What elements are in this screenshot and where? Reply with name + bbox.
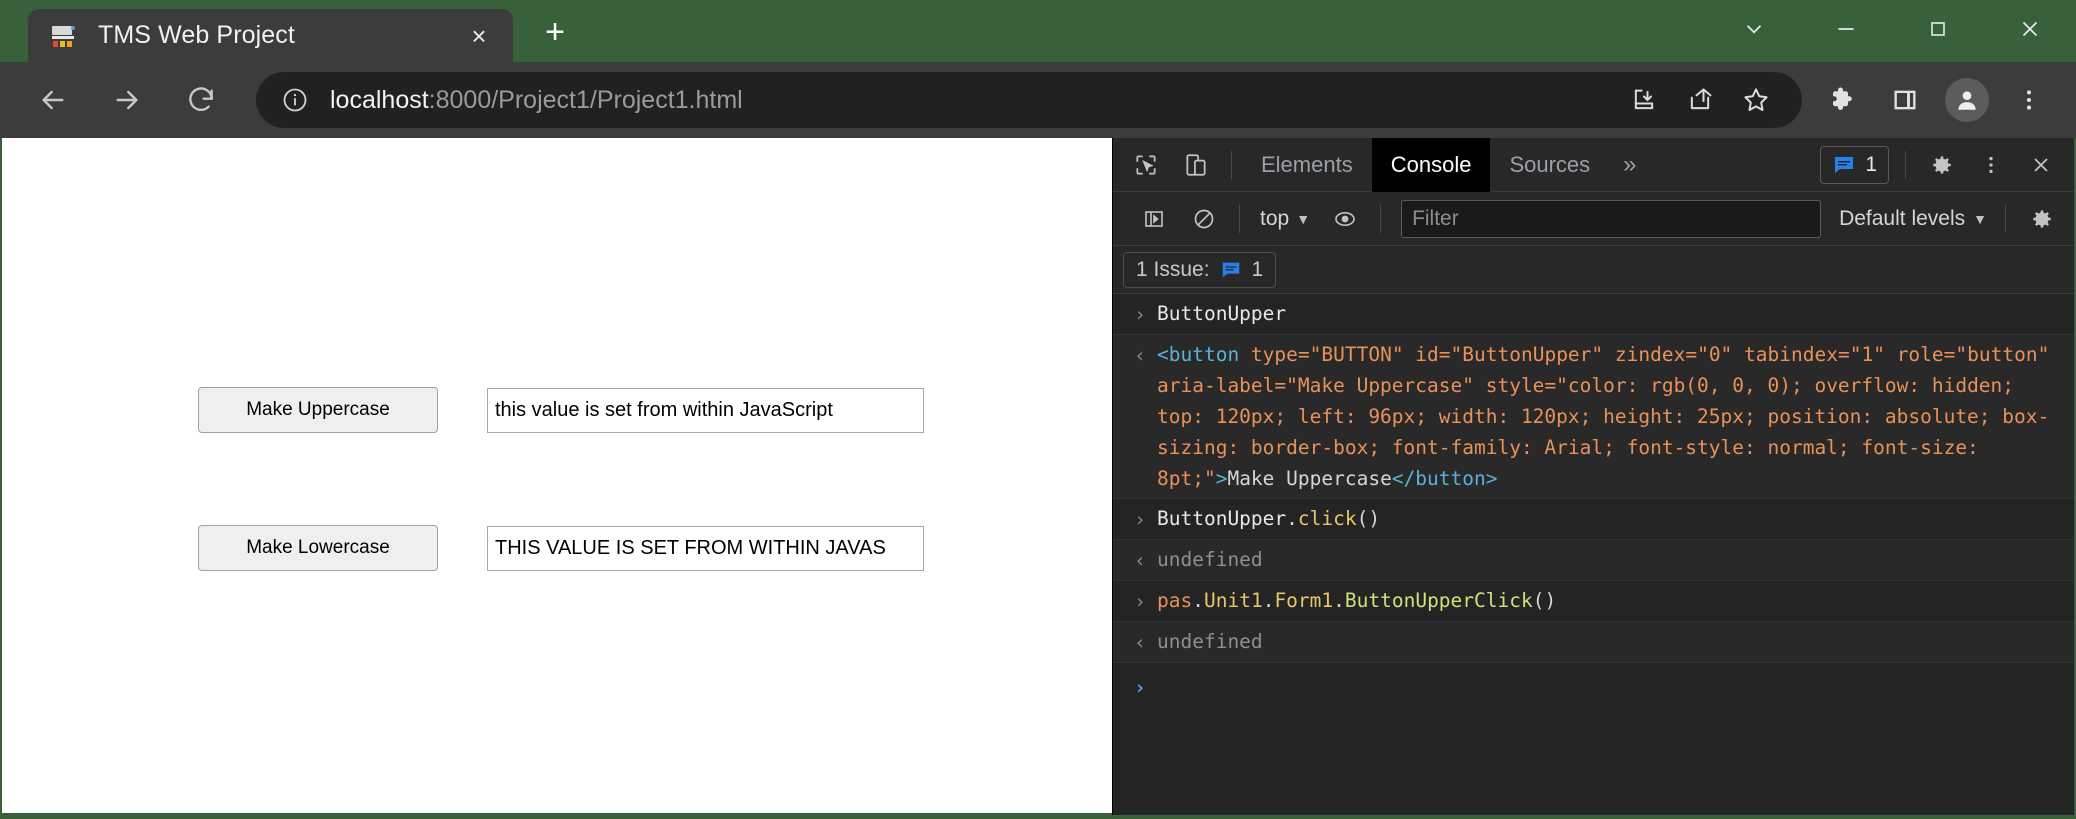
console-prompt-icon: ›: [1134, 676, 1146, 699]
browser-window: TMS Web Project × + localhost:8000/Proje…: [0, 0, 2076, 819]
console-return-icon: ‹: [1134, 549, 1146, 572]
maximize-icon[interactable]: [1892, 0, 1984, 58]
console-prompt-icon: ›: [1134, 303, 1146, 326]
omnibox-actions: [1616, 72, 1784, 128]
console-row-text: ButtonUpper.click(): [1157, 507, 1381, 530]
issue-chip-count: 1: [1251, 257, 1264, 281]
console-output-row[interactable]: ‹ undefined: [1113, 540, 2074, 581]
console-input-row[interactable]: › ButtonUpper: [1113, 294, 2074, 335]
log-levels-dropdown[interactable]: Default levels ▼: [1831, 207, 1995, 231]
uppercase-input[interactable]: this value is set from within JavaScript: [487, 388, 924, 433]
issue-message-icon: [1835, 156, 1854, 173]
issue-message-icon: [1222, 262, 1239, 277]
execution-context-label: top: [1260, 206, 1290, 230]
devtools-panel: Elements Console Sources » 1 top ▼ Filte…: [1112, 137, 2074, 815]
toolbar-actions: [1812, 69, 2076, 131]
tab-console[interactable]: Console: [1371, 137, 1491, 192]
install-icon[interactable]: [1616, 72, 1672, 128]
side-panel-icon[interactable]: [1874, 69, 1936, 131]
console-return-icon: ‹: [1134, 344, 1146, 367]
url-path: :8000/Project1/Project1.html: [428, 85, 743, 114]
console-row-text: pas.Unit1.Form1.ButtonUpperClick(): [1157, 589, 1557, 612]
console-settings-gear-icon[interactable]: [2016, 197, 2066, 241]
chevron-down-icon: ▼: [1973, 210, 1987, 227]
site-info-icon[interactable]: [278, 83, 312, 117]
devtools-resize-handle[interactable]: [1113, 138, 1116, 815]
console-filter-bar: top ▼ Filter Default levels ▼: [1113, 192, 2074, 246]
devtools-tabbar-right: 1: [1820, 143, 2074, 187]
console-row-text: undefined: [1157, 548, 1263, 571]
console-input-row[interactable]: › pas.Unit1.Form1.ButtonUpperClick(): [1113, 581, 2074, 622]
tab-elements[interactable]: Elements: [1242, 138, 1372, 192]
clear-console-icon[interactable]: [1179, 197, 1229, 241]
issue-chip-text: 1 Issue:: [1136, 257, 1210, 281]
browser-tab[interactable]: TMS Web Project ×: [28, 9, 513, 62]
console-input-row[interactable]: › ButtonUpper.click(): [1113, 499, 2074, 540]
url-host: localhost: [330, 85, 429, 114]
profile-avatar[interactable]: [1936, 69, 1998, 131]
divider: [1905, 150, 1906, 179]
console-prompt-icon: ›: [1134, 508, 1146, 531]
extensions-puzzle-icon[interactable]: [1812, 69, 1874, 131]
back-icon[interactable]: [22, 69, 84, 131]
more-tabs-icon[interactable]: »: [1609, 138, 1650, 192]
issues-summary-bar[interactable]: 1 Issue: 1: [1113, 246, 2074, 294]
divider: [2005, 204, 2006, 233]
issue-chip[interactable]: 1 Issue: 1: [1123, 251, 1277, 288]
three-dot-menu-icon[interactable]: [1998, 69, 2060, 131]
make-uppercase-button[interactable]: Make Uppercase: [198, 387, 438, 433]
browser-toolbar: localhost:8000/Project1/Project1.html: [0, 62, 2076, 138]
page-viewport: Make Uppercase this value is set from wi…: [2, 138, 1112, 813]
url-text: localhost:8000/Project1/Project1.html: [330, 86, 743, 115]
chevron-down-icon[interactable]: [1708, 0, 1800, 58]
console-row-text: <button type="BUTTON" id="ButtonUpper" z…: [1157, 343, 2062, 490]
tab-title: TMS Web Project: [98, 21, 295, 49]
make-lowercase-button[interactable]: Make Lowercase: [198, 525, 438, 571]
issues-badge[interactable]: 1: [1820, 145, 1889, 184]
new-tab-button[interactable]: +: [527, 4, 583, 60]
console-row-text: ButtonUpper: [1157, 302, 1287, 325]
minimize-icon[interactable]: [1800, 0, 1892, 58]
divider: [1231, 150, 1232, 179]
divider: [1380, 204, 1382, 233]
devtools-close-icon[interactable]: [2016, 143, 2066, 187]
execution-context-dropdown[interactable]: top ▼: [1250, 207, 1320, 231]
devtools-more-options-icon[interactable]: [1966, 143, 2016, 187]
console-sidebar-toggle-icon[interactable]: [1129, 197, 1179, 241]
console-return-icon: ‹: [1134, 631, 1146, 654]
divider: [1239, 204, 1240, 233]
console-output[interactable]: › ButtonUpper ‹ <button type="BUTTON" id="B…: [1113, 294, 2074, 815]
address-bar[interactable]: localhost:8000/Project1/Project1.html: [256, 72, 1802, 128]
live-expression-eye-icon[interactable]: [1320, 197, 1370, 241]
console-row-text: undefined: [1157, 630, 1263, 653]
console-output-row[interactable]: ‹ <button type="BUTTON" id="ButtonUpper" …: [1113, 335, 2074, 499]
device-toolbar-icon[interactable]: [1171, 143, 1221, 187]
devtools-tabbar: Elements Console Sources » 1: [1113, 137, 2074, 192]
console-prompt-icon: ›: [1134, 590, 1146, 613]
tms-favicon-icon: [50, 23, 76, 49]
console-output-row[interactable]: ‹ undefined: [1113, 622, 2074, 663]
devtools-settings-gear-icon[interactable]: [1916, 143, 1966, 187]
chevron-down-icon: ▼: [1296, 210, 1311, 227]
console-prompt[interactable]: ›: [1113, 663, 2074, 707]
console-filter-input[interactable]: Filter: [1401, 199, 1822, 238]
forward-icon[interactable]: [96, 69, 158, 131]
tab-close-icon[interactable]: ×: [459, 16, 499, 56]
reload-icon[interactable]: [170, 69, 232, 131]
tab-sources[interactable]: Sources: [1490, 138, 1609, 192]
tab-strip: TMS Web Project × +: [0, 0, 2076, 62]
inspect-element-icon[interactable]: [1121, 143, 1171, 187]
close-icon[interactable]: [1984, 0, 2076, 58]
issues-count: 1: [1865, 152, 1877, 176]
window-controls: [1708, 0, 2076, 62]
bookmark-star-icon[interactable]: [1728, 72, 1784, 128]
lowercase-input[interactable]: THIS VALUE IS SET FROM WITHIN JAVAS: [487, 526, 924, 571]
log-levels-label: Default levels: [1839, 206, 1966, 230]
share-icon[interactable]: [1672, 72, 1728, 128]
